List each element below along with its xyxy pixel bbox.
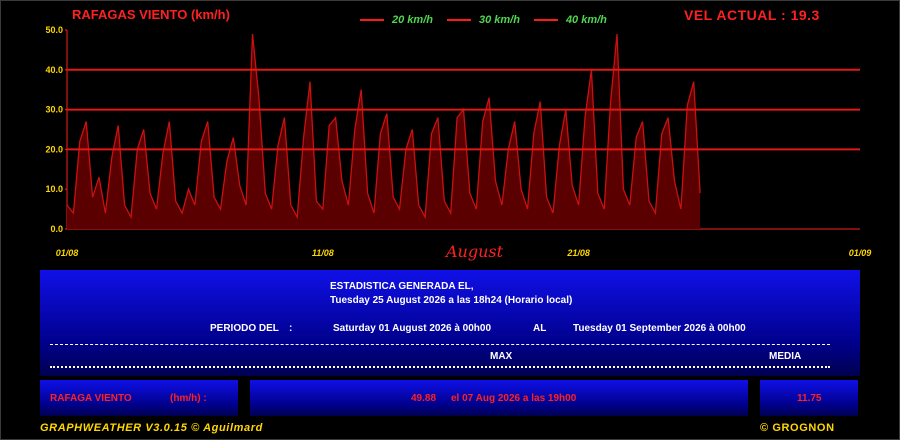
column-media: MEDIA [769, 351, 802, 362]
x-tick-label: 21/08 [566, 248, 590, 258]
max-when: el 07 Aug 2026 a las 19h00 [451, 393, 577, 404]
statistics-panel: ESTADISTICA GENERADA EL, Tuesday 25 Augu… [40, 270, 860, 376]
legend-item-30: 30 km/h [446, 14, 520, 26]
current-speed: VEL ACTUAL : 19.3 [684, 7, 820, 23]
chart-title: RAFAGAS VIENTO (km/h) [72, 7, 230, 22]
row-label: RAFAGA VIENTO [50, 393, 132, 404]
x-tick-label: 11/08 [312, 248, 334, 258]
period-end: Tuesday 01 September 2026 à 00h00 [573, 323, 746, 334]
column-max: MAX [490, 351, 513, 362]
legend-label: 30 km/h [478, 14, 520, 26]
y-tick-label: 30.0 [45, 105, 63, 115]
row-media-cell: 11.75 [760, 380, 858, 416]
gust-chart: 0.0 10.0 20.0 30.0 40.0 50.0 01/08 11/08 21/08 01… [45, 25, 872, 258]
legend-label: 20 km/h [392, 14, 433, 26]
y-tick-label: 20.0 [45, 144, 63, 154]
legend-line-icon [533, 19, 558, 21]
row-max-cell: 49.88 el 07 Aug 2026 a las 19h00 [250, 380, 748, 416]
y-tick-label: 10.0 [45, 184, 63, 194]
row-unit: (hm/h) : [170, 393, 207, 404]
divider-dotted [50, 366, 830, 368]
row-label-cell: RAFAGA VIENTO (hm/h) : [40, 380, 238, 416]
legend-item-40: 40 km/h [533, 14, 607, 26]
period-colon: : [289, 323, 293, 334]
media-value: 11.75 [797, 393, 822, 404]
divider-dashed [50, 344, 830, 345]
max-value: 49.88 [411, 393, 437, 404]
y-tick-label: 40.0 [45, 65, 63, 75]
period-start: Saturday 01 August 2026 à 00h00 [333, 323, 492, 334]
x-tick-label: 01/09 [849, 248, 872, 258]
y-tick-label: 0.0 [50, 224, 63, 234]
threshold-legend: 20 km/h 30 km/h 40 km/h [360, 14, 621, 26]
generated-title: ESTADISTICA GENERADA EL, [330, 281, 474, 292]
generated-date: Tuesday 25 August 2026 a las 18h24 (Hora… [330, 295, 573, 306]
month-label: August [446, 242, 504, 261]
period-label: PERIODO DEL [210, 323, 279, 334]
footer-copyright: © GROGNON [760, 422, 835, 434]
period-al: AL [533, 323, 547, 334]
footer-credit: GRAPHWEATHER V3.0.15 © Aguilmard [40, 422, 263, 434]
x-tick-label: 01/08 [56, 248, 79, 258]
y-tick-label: 50.0 [45, 25, 63, 35]
legend-line-icon [360, 19, 384, 21]
legend-item-20: 20 km/h [360, 14, 433, 26]
legend-label: 40 km/h [565, 14, 607, 26]
legend-line-icon [446, 19, 471, 21]
